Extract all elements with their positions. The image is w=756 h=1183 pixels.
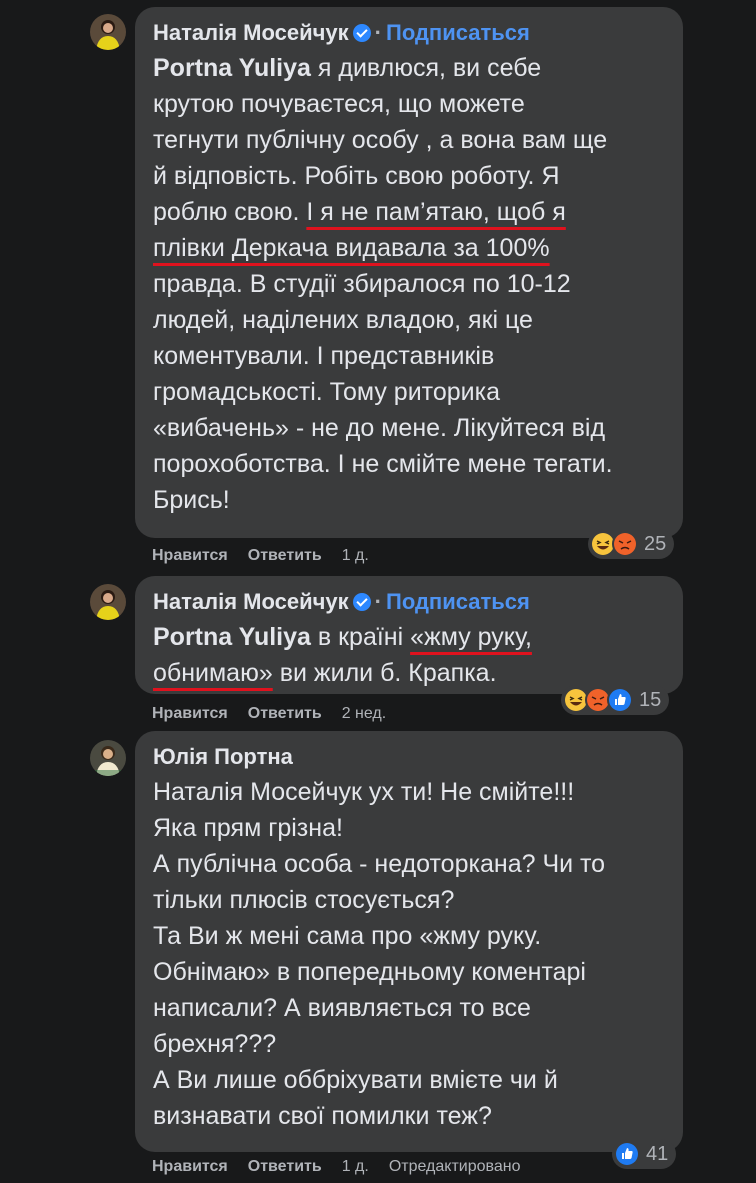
subscribe-link[interactable]: Подписаться (386, 589, 530, 614)
reply-button[interactable]: Ответить (248, 1158, 322, 1175)
separator-dot: · (374, 589, 382, 614)
reply-button[interactable]: Ответить (248, 705, 322, 722)
highlighted-text: «жму руку, (410, 623, 532, 651)
reaction-count: 25 (644, 532, 667, 555)
avatar[interactable] (90, 584, 126, 620)
comment-bubble: Наталія Мосейчук · Подписаться Portna Yuli… (135, 576, 683, 694)
avatar[interactable] (90, 740, 126, 776)
reaction-summary[interactable]: 15 (561, 685, 670, 715)
separator-dot: · (374, 20, 382, 45)
comment-bubble: Юлія Портна Наталія Мосейчук ух ти! Не с… (135, 731, 683, 1152)
reaction-summary[interactable]: 41 (612, 1139, 677, 1169)
highlighted-text: обнимаю» (153, 659, 273, 687)
like-button[interactable]: Нравится (152, 705, 228, 722)
verified-badge-icon (352, 593, 371, 611)
edited-label[interactable]: Отредактировано (389, 1158, 521, 1175)
verified-badge-icon (352, 24, 371, 42)
reaction-count: 41 (646, 1142, 669, 1165)
reaction-summary[interactable]: 25 (588, 529, 675, 559)
author-line: Юлія Портна (153, 743, 665, 771)
comment-actions: Нравится Ответить 2 нед. (152, 705, 406, 723)
like-button[interactable]: Нравится (152, 547, 228, 564)
like-reaction-icon (607, 687, 633, 713)
author-line: Наталія Мосейчук · Подписаться (153, 19, 665, 47)
comment-actions: Нравится Ответить 1 д. Отредактировано (152, 1158, 520, 1176)
like-reaction-icon (614, 1141, 640, 1167)
comment-actions: Нравится Ответить 1 д. (152, 547, 389, 565)
timestamp[interactable]: 1 д. (342, 1158, 369, 1175)
timestamp[interactable]: 2 нед. (342, 705, 387, 722)
author-name[interactable]: Наталія Мосейчук (153, 20, 349, 45)
avatar[interactable] (90, 14, 126, 50)
reaction-count: 15 (639, 688, 662, 711)
highlighted-text: плівки Деркача видавала за 100% (153, 234, 550, 262)
author-line: Наталія Мосейчук · Подписаться (153, 588, 665, 616)
author-name[interactable]: Наталія Мосейчук (153, 589, 349, 614)
comment-text: Portna Yuliya в країні «жму руку, обнима… (153, 623, 532, 687)
angry-reaction-icon (612, 531, 638, 557)
comment-bubble: Наталія Мосейчук · Подписаться Portna Yuli… (135, 7, 683, 538)
mention-link[interactable]: Portna Yuliya (153, 623, 311, 651)
comment-thread: Наталія Мосейчук · Подписаться Portna Yuli… (0, 0, 756, 1183)
comment-text: Portna Yuliya я дивлюся, ви себе крутою … (153, 54, 613, 514)
timestamp[interactable]: 1 д. (342, 547, 369, 564)
highlighted-text: І я не пам’ятаю, щоб я (306, 198, 566, 226)
comment-text: Наталія Мосейчук ух ти! Не смійте!!! Яка… (153, 778, 606, 1130)
subscribe-link[interactable]: Подписаться (386, 20, 530, 45)
mention-link[interactable]: Portna Yuliya (153, 54, 311, 82)
like-button[interactable]: Нравится (152, 1158, 228, 1175)
reply-button[interactable]: Ответить (248, 547, 322, 564)
author-name[interactable]: Юлія Портна (153, 744, 293, 769)
